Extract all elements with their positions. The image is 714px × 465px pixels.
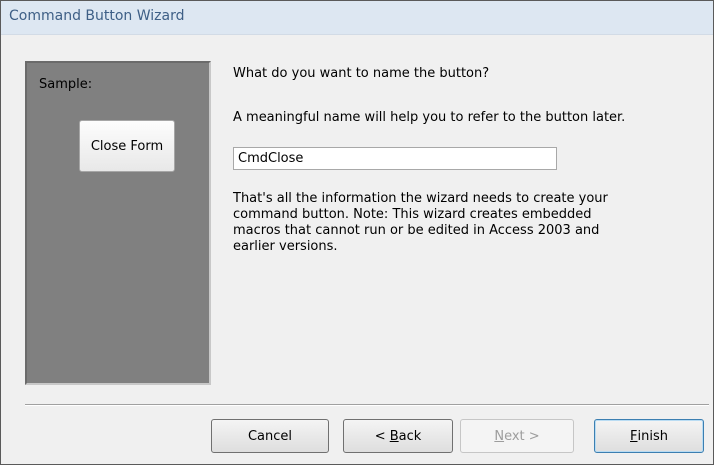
finish-button-accel: F xyxy=(630,428,638,444)
back-button-accel: B xyxy=(389,428,399,444)
back-button-rest: ack xyxy=(398,428,422,444)
finish-button-rest: inish xyxy=(637,428,668,444)
next-button-accel: N xyxy=(494,428,505,444)
sample-button-label: Close Form xyxy=(90,138,164,154)
button-row-divider xyxy=(25,404,709,406)
cancel-button[interactable]: Cancel xyxy=(211,419,329,453)
title-bar[interactable]: Command Button Wizard xyxy=(1,1,713,35)
info-line: macros that cannot run or be edited in A… xyxy=(233,223,600,238)
info-line: That's all the information the wizard ne… xyxy=(233,191,608,206)
cancel-button-label: Cancel xyxy=(247,428,293,444)
info-text: That's all the information the wizard ne… xyxy=(233,191,608,255)
next-button[interactable]: Next > xyxy=(460,419,574,453)
sample-button-preview: Close Form xyxy=(79,120,175,172)
dialog-client-area: Sample: Close Form What do you want to n… xyxy=(1,35,713,464)
window-title: Command Button Wizard xyxy=(9,8,185,24)
back-button[interactable]: < Back xyxy=(343,419,453,453)
name-question: What do you want to name the button? xyxy=(233,66,490,81)
name-hint: A meaningful name will help you to refer… xyxy=(233,110,626,125)
next-button-rest: ext > xyxy=(504,428,540,444)
back-button-prefix: < xyxy=(374,428,390,444)
info-line: command button. Note: This wizard create… xyxy=(233,207,592,222)
command-button-wizard-dialog: Command Button Wizard Sample: Close Form… xyxy=(0,0,714,465)
info-line: earlier versions. xyxy=(233,239,338,254)
button-name-input[interactable] xyxy=(233,147,557,170)
finish-button[interactable]: Finish xyxy=(594,419,704,453)
sample-preview-panel: Sample: Close Form xyxy=(25,61,211,385)
sample-label: Sample: xyxy=(39,77,93,92)
